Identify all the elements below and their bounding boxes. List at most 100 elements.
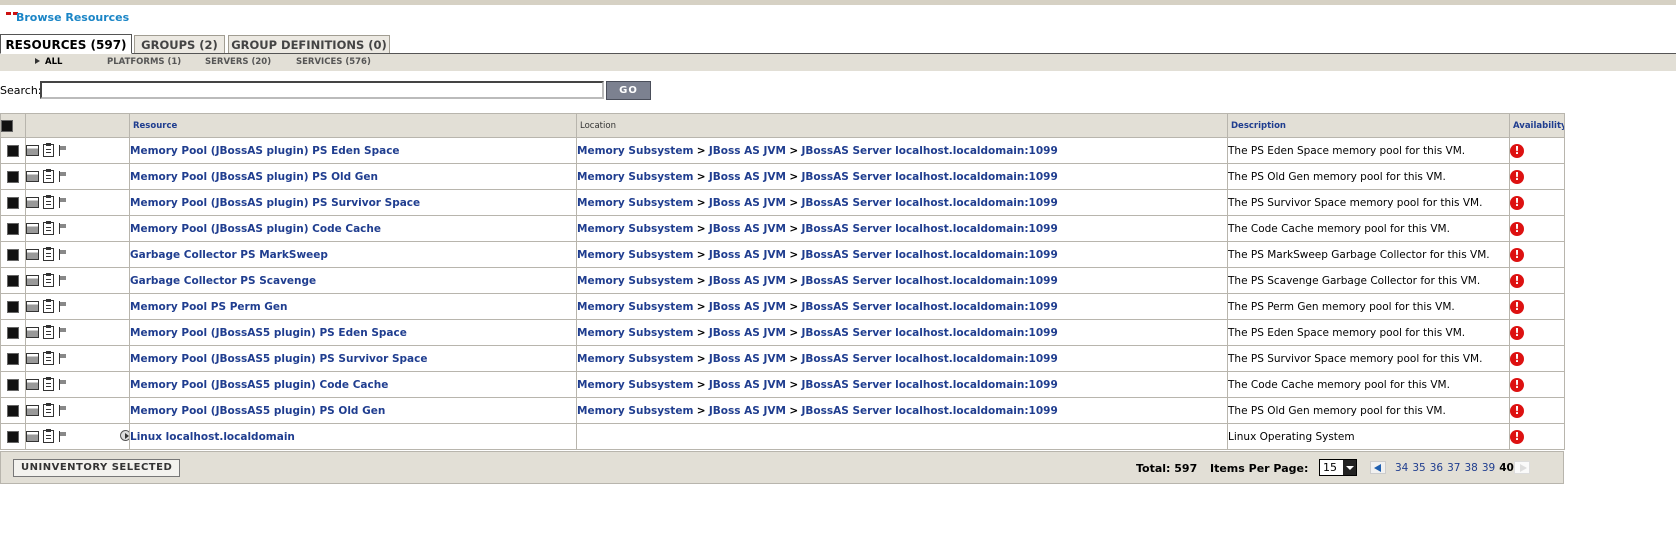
- resource-link[interactable]: Garbage Collector PS Scavenge: [131, 275, 317, 287]
- page-link[interactable]: 35: [1412, 462, 1425, 474]
- flag-icon[interactable]: [58, 275, 68, 286]
- availability-column-header[interactable]: Availability: [1509, 113, 1565, 138]
- location-link-server[interactable]: JBossAS Server localhost.localdomain:109…: [802, 223, 1058, 235]
- clipboard-icon[interactable]: [43, 325, 54, 339]
- resource-link[interactable]: Memory Pool PS Perm Gen: [131, 301, 288, 313]
- page-link[interactable]: 36: [1430, 462, 1443, 474]
- location-link-jvm[interactable]: JBoss AS JVM: [709, 405, 786, 417]
- location-link-server[interactable]: JBossAS Server localhost.localdomain:109…: [802, 379, 1058, 391]
- location-link-subsystem[interactable]: Memory Subsystem: [578, 249, 694, 261]
- description-column-header[interactable]: Description: [1227, 113, 1510, 138]
- location-link-jvm[interactable]: JBoss AS JVM: [709, 223, 786, 235]
- clipboard-icon[interactable]: [43, 351, 54, 365]
- monitor-icon[interactable]: [26, 223, 39, 234]
- location-link-subsystem[interactable]: Memory Subsystem: [578, 275, 694, 287]
- select-all-checkbox[interactable]: [1, 119, 13, 132]
- row-checkbox[interactable]: [7, 430, 19, 443]
- flag-icon[interactable]: [58, 327, 68, 338]
- location-link-subsystem[interactable]: Memory Subsystem: [578, 405, 694, 417]
- location-link-server[interactable]: JBossAS Server localhost.localdomain:109…: [802, 353, 1058, 365]
- monitor-icon[interactable]: [26, 379, 39, 390]
- resource-column-header[interactable]: Resource: [129, 113, 577, 138]
- flag-icon[interactable]: [58, 249, 68, 260]
- flag-icon[interactable]: [58, 171, 68, 182]
- resource-link[interactable]: Memory Pool (JBossAS5 plugin) Code Cache: [131, 379, 389, 391]
- clipboard-icon[interactable]: [43, 403, 54, 417]
- flag-icon[interactable]: [58, 301, 68, 312]
- resource-link[interactable]: Memory Pool (JBossAS plugin) Code Cache: [131, 223, 382, 235]
- row-checkbox[interactable]: [7, 326, 19, 339]
- row-checkbox[interactable]: [7, 144, 19, 157]
- clipboard-icon[interactable]: [43, 221, 54, 235]
- flag-icon[interactable]: [58, 405, 68, 416]
- location-link-jvm[interactable]: JBoss AS JVM: [709, 301, 786, 313]
- flag-icon[interactable]: [58, 197, 68, 208]
- row-checkbox[interactable]: [7, 300, 19, 313]
- location-link-server[interactable]: JBossAS Server localhost.localdomain:109…: [802, 275, 1058, 287]
- monitor-icon[interactable]: [26, 405, 39, 416]
- location-link-jvm[interactable]: JBoss AS JVM: [709, 171, 786, 183]
- monitor-icon[interactable]: [26, 145, 39, 156]
- items-per-page-select[interactable]: 15: [1319, 459, 1357, 476]
- flag-icon[interactable]: [58, 431, 68, 442]
- row-checkbox[interactable]: [7, 170, 19, 183]
- row-checkbox[interactable]: [7, 196, 19, 209]
- uninventory-selected-button[interactable]: UNINVENTORY SELECTED: [13, 459, 181, 477]
- resource-link[interactable]: Memory Pool (JBossAS5 plugin) PS Old Gen: [131, 405, 386, 417]
- location-link-server[interactable]: JBossAS Server localhost.localdomain:109…: [802, 405, 1058, 417]
- play-icon[interactable]: [120, 430, 129, 441]
- location-link-jvm[interactable]: JBoss AS JVM: [709, 197, 786, 209]
- resource-link[interactable]: Memory Pool (JBossAS plugin) PS Survivor…: [131, 197, 421, 209]
- row-checkbox[interactable]: [7, 378, 19, 391]
- monitor-icon[interactable]: [26, 171, 39, 182]
- location-link-subsystem[interactable]: Memory Subsystem: [578, 223, 694, 235]
- location-link-subsystem[interactable]: Memory Subsystem: [578, 353, 694, 365]
- go-button[interactable]: GO: [606, 81, 651, 100]
- row-checkbox[interactable]: [7, 274, 19, 287]
- clipboard-icon[interactable]: [43, 273, 54, 287]
- location-link-jvm[interactable]: JBoss AS JVM: [709, 353, 786, 365]
- location-link-jvm[interactable]: JBoss AS JVM: [709, 249, 786, 261]
- subnav-all[interactable]: ALL: [35, 57, 62, 67]
- location-link-server[interactable]: JBossAS Server localhost.localdomain:109…: [802, 249, 1058, 261]
- flag-icon[interactable]: [58, 379, 68, 390]
- location-link-subsystem[interactable]: Memory Subsystem: [578, 197, 694, 209]
- tab-group-definitions[interactable]: GROUP DEFINITIONS (0): [228, 35, 390, 53]
- clipboard-icon[interactable]: [43, 195, 54, 209]
- search-input[interactable]: [40, 81, 604, 99]
- row-checkbox[interactable]: [7, 248, 19, 261]
- location-link-server[interactable]: JBossAS Server localhost.localdomain:109…: [802, 327, 1058, 339]
- monitor-icon[interactable]: [26, 431, 39, 442]
- subnav-servers[interactable]: SERVERS (20): [205, 57, 271, 67]
- flag-icon[interactable]: [58, 145, 68, 156]
- tab-groups[interactable]: GROUPS (2): [134, 35, 225, 53]
- location-link-subsystem[interactable]: Memory Subsystem: [578, 379, 694, 391]
- location-link-jvm[interactable]: JBoss AS JVM: [709, 327, 786, 339]
- location-link-jvm[interactable]: JBoss AS JVM: [709, 145, 786, 157]
- resource-link[interactable]: Memory Pool (JBossAS plugin) PS Old Gen: [131, 171, 379, 183]
- clipboard-icon[interactable]: [43, 429, 54, 443]
- location-link-server[interactable]: JBossAS Server localhost.localdomain:109…: [802, 301, 1058, 313]
- row-checkbox[interactable]: [7, 222, 19, 235]
- clipboard-icon[interactable]: [43, 143, 54, 157]
- location-link-server[interactable]: JBossAS Server localhost.localdomain:109…: [802, 171, 1058, 183]
- monitor-icon[interactable]: [26, 327, 39, 338]
- page-link[interactable]: 34: [1395, 462, 1408, 474]
- clipboard-icon[interactable]: [43, 377, 54, 391]
- location-link-jvm[interactable]: JBoss AS JVM: [709, 379, 786, 391]
- tab-resources[interactable]: RESOURCES (597): [0, 34, 132, 54]
- monitor-icon[interactable]: [26, 301, 39, 312]
- flag-icon[interactable]: [58, 223, 68, 234]
- location-link-server[interactable]: JBossAS Server localhost.localdomain:109…: [802, 145, 1058, 157]
- resource-link[interactable]: Memory Pool (JBossAS5 plugin) PS Survivo…: [131, 353, 428, 365]
- clipboard-icon[interactable]: [43, 247, 54, 261]
- flag-icon[interactable]: [58, 353, 68, 364]
- previous-page-button[interactable]: [1370, 461, 1386, 474]
- subnav-services[interactable]: SERVICES (576): [296, 57, 371, 67]
- resource-link[interactable]: Garbage Collector PS MarkSweep: [131, 249, 328, 261]
- location-link-subsystem[interactable]: Memory Subsystem: [578, 145, 694, 157]
- location-link-jvm[interactable]: JBoss AS JVM: [709, 275, 786, 287]
- resource-link[interactable]: Linux localhost.localdomain: [131, 431, 295, 443]
- location-link-subsystem[interactable]: Memory Subsystem: [578, 327, 694, 339]
- page-link[interactable]: 39: [1482, 462, 1495, 474]
